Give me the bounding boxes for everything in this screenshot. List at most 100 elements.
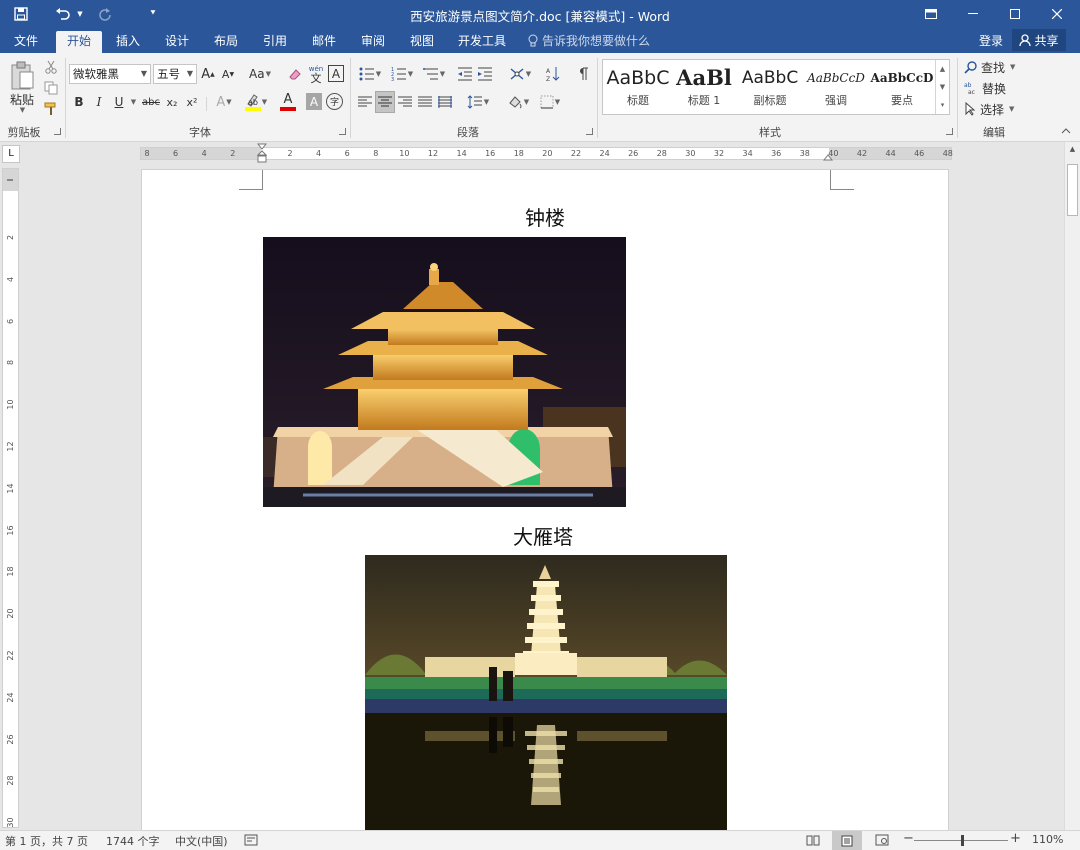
vertical-scrollbar[interactable]: ▲	[1064, 142, 1080, 830]
vertical-ruler[interactable]: 2 4 6 8 10 12 14 16 18 20 22 24 26 28 30	[2, 168, 19, 828]
cut-icon[interactable]	[42, 58, 60, 76]
decrease-indent-icon[interactable]	[456, 65, 474, 83]
copy-icon[interactable]	[42, 79, 60, 97]
scroll-up-icon[interactable]: ▲	[1067, 145, 1078, 157]
enclose-characters-button[interactable]: 字	[326, 93, 343, 110]
style-emphasis[interactable]: AaBbCcD 强调	[803, 62, 869, 112]
highlight-color-button[interactable]: ab ▼	[242, 91, 270, 113]
page-count[interactable]: 第 1 页，共 7 页	[5, 833, 88, 849]
tab-references[interactable]: 引用	[255, 31, 295, 53]
print-layout-icon[interactable]	[832, 831, 862, 850]
phonetic-guide-button[interactable]: wén 文	[306, 63, 326, 85]
underline-dropdown-icon[interactable]: ▼	[128, 93, 138, 111]
gallery-up-icon[interactable]: ▲	[936, 60, 949, 78]
sort-icon[interactable]: AZ	[544, 65, 562, 83]
style-subtitle[interactable]: AaBbC 副标题	[737, 62, 803, 112]
tab-selector-icon[interactable]: L	[2, 145, 20, 163]
maximize-icon[interactable]	[994, 0, 1036, 28]
show-formatting-marks-icon[interactable]	[574, 65, 592, 83]
save-icon[interactable]	[10, 4, 32, 24]
align-center-icon[interactable]	[375, 91, 395, 113]
tab-developer[interactable]: 开发工具	[452, 31, 512, 53]
horizontal-ruler[interactable]: 8 6 4 2 2 4 6 8 10 12 14 16 18 20 22 24 26 28 30 32 34 36 38 40…	[140, 143, 953, 163]
increase-indent-icon[interactable]	[476, 65, 494, 83]
minimize-icon[interactable]	[952, 0, 994, 28]
shading-icon[interactable]: ▼	[504, 93, 532, 111]
justify-icon[interactable]	[416, 93, 434, 111]
share-button[interactable]: 共享	[1012, 29, 1066, 51]
right-indent-icon[interactable]	[822, 151, 834, 165]
gallery-scrollbar[interactable]: ▲ ▼ ▾	[935, 60, 949, 114]
bold-button[interactable]: B	[72, 93, 86, 111]
zoom-out-icon[interactable]: −	[903, 831, 914, 846]
style-heading1[interactable]: AaBl 标题 1	[671, 62, 737, 112]
underline-button[interactable]: U	[112, 93, 126, 111]
borders-icon[interactable]: ▼	[536, 93, 564, 111]
zoom-level[interactable]: 110%	[1032, 833, 1063, 846]
line-spacing-icon[interactable]: ▼	[464, 93, 492, 111]
customize-quick-access-icon[interactable]: ⯆	[142, 4, 164, 24]
tab-file[interactable]: 文件	[6, 31, 46, 53]
bullets-icon[interactable]: ▼	[356, 65, 384, 83]
find-button[interactable]: 查找 ▼	[964, 58, 1026, 76]
word-count[interactable]: 1744 个字	[106, 833, 160, 849]
shrink-font-button[interactable]: A ▼	[220, 65, 236, 83]
align-left-icon[interactable]	[356, 93, 374, 111]
distributed-icon[interactable]	[436, 93, 454, 111]
clipboard-launcher-icon[interactable]	[54, 128, 61, 135]
font-size-combo[interactable]: 五号 ▼	[153, 64, 197, 84]
font-color-button[interactable]: A	[274, 91, 302, 113]
undo-icon[interactable]	[52, 4, 74, 24]
style-strong[interactable]: AaBbCcD 要点	[869, 62, 935, 112]
chinese-layout-icon[interactable]: ▼	[506, 65, 534, 83]
document-page[interactable]: 钟楼 大雁塔	[141, 169, 949, 830]
replace-button[interactable]: ab ac 替换	[964, 79, 1026, 97]
gallery-down-icon[interactable]: ▼	[936, 78, 949, 96]
login-link[interactable]: 登录	[979, 32, 1003, 49]
web-layout-icon[interactable]	[875, 834, 889, 849]
align-right-icon[interactable]	[396, 93, 414, 111]
tell-me-box[interactable]: 告诉我你想要做什么	[528, 32, 650, 49]
scrollbar-thumb[interactable]	[1067, 164, 1078, 216]
tab-home[interactable]: 开始	[56, 31, 102, 53]
character-shading-button[interactable]: A	[306, 93, 322, 110]
close-icon[interactable]	[1036, 0, 1078, 28]
select-button[interactable]: 选择 ▼	[964, 100, 1026, 118]
tab-view[interactable]: 视图	[402, 31, 442, 53]
strikethrough-button[interactable]: abc	[141, 93, 161, 111]
undo-dropdown-icon[interactable]: ▼	[74, 4, 86, 24]
tab-design[interactable]: 设计	[157, 31, 197, 53]
tab-insert[interactable]: 插入	[108, 31, 148, 53]
gallery-more-icon[interactable]: ▾	[936, 96, 949, 114]
multilevel-list-icon[interactable]: ▼	[420, 65, 448, 83]
pagoda-image[interactable]	[365, 555, 727, 830]
document-canvas[interactable]: 钟楼 大雁塔	[20, 164, 1064, 830]
zoom-in-icon[interactable]: +	[1010, 831, 1021, 846]
grow-font-button[interactable]: A ▲	[200, 65, 216, 83]
italic-button[interactable]: I	[92, 93, 106, 111]
redo-icon[interactable]	[94, 4, 116, 24]
zoom-slider-thumb[interactable]	[961, 835, 965, 846]
subscript-button[interactable]: x₂	[164, 93, 180, 111]
text-effects-button[interactable]: A ▼	[212, 93, 236, 111]
styles-launcher-icon[interactable]	[946, 128, 953, 135]
tab-mailings[interactable]: 邮件	[304, 31, 344, 53]
character-border-button[interactable]: A	[328, 65, 344, 82]
font-launcher-icon[interactable]	[339, 128, 346, 135]
clear-formatting-icon[interactable]	[286, 65, 304, 83]
tab-review[interactable]: 审阅	[353, 31, 393, 53]
paste-dropdown-icon[interactable]: ▼	[16, 105, 28, 115]
numbering-icon[interactable]: 1 2 3 ▼	[388, 65, 416, 83]
paragraph-launcher-icon[interactable]	[586, 128, 593, 135]
collapse-ribbon-icon[interactable]	[1058, 125, 1074, 137]
format-painter-icon[interactable]	[42, 100, 60, 118]
ribbon-display-options-icon[interactable]	[910, 0, 952, 28]
tab-layout[interactable]: 布局	[206, 31, 246, 53]
macro-record-icon[interactable]	[244, 834, 258, 849]
change-case-button[interactable]: Aa ▼	[246, 65, 274, 83]
superscript-button[interactable]: x²	[184, 93, 200, 111]
style-title[interactable]: AaBbC 标题	[605, 62, 671, 112]
bell-tower-image[interactable]	[263, 237, 626, 507]
read-mode-icon[interactable]	[806, 834, 820, 849]
paste-icon[interactable]	[6, 59, 38, 93]
